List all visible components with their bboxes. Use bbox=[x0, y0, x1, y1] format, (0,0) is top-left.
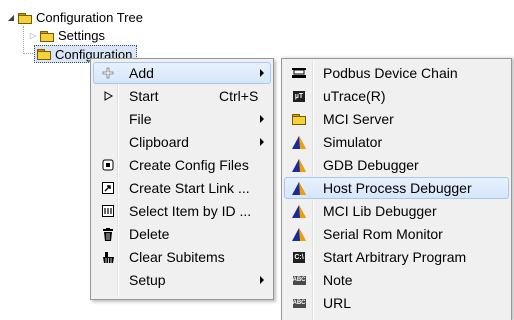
folder-icon bbox=[37, 49, 51, 60]
submenu-arrow-icon bbox=[260, 115, 264, 123]
menu-item-create-start-link[interactable]: Create Start Link ... bbox=[93, 177, 271, 199]
tree-root[interactable]: ◢ Configuration Tree bbox=[6, 9, 143, 26]
note-icon: ABC bbox=[292, 275, 306, 285]
menu-item-label: MCI Lib Debugger bbox=[323, 203, 437, 219]
menu-item-delete[interactable]: Delete bbox=[93, 223, 271, 245]
link-icon bbox=[100, 180, 116, 196]
menu-item-clear-subitems[interactable]: Clear Subitems bbox=[93, 246, 271, 268]
submenu-item-url[interactable]: ABC URL bbox=[284, 292, 509, 314]
menu-item-select-item-by-id[interactable]: Select Item by ID ... bbox=[93, 200, 271, 222]
menu-item-setup[interactable]: Setup bbox=[93, 269, 271, 291]
menu-item-label: Simulator bbox=[323, 134, 383, 150]
menu-item-label: uTrace(R) bbox=[323, 88, 386, 104]
menu-item-label: Clear Subitems bbox=[129, 249, 225, 265]
plus-icon bbox=[100, 65, 116, 81]
submenu-item-note[interactable]: ABC Note bbox=[284, 269, 509, 291]
menu-item-clipboard[interactable]: Clipboard bbox=[93, 131, 271, 153]
menu-item-label: GDB Debugger bbox=[323, 157, 419, 173]
utrace-icon: µT bbox=[293, 90, 305, 102]
folder-icon bbox=[40, 30, 54, 42]
menu-item-label: File bbox=[129, 111, 152, 127]
folder-icon bbox=[291, 111, 307, 127]
submenu-item-mci-lib-debugger[interactable]: MCI Lib Debugger bbox=[284, 200, 509, 222]
play-icon bbox=[100, 88, 116, 104]
submenu-item-serial-rom-monitor[interactable]: Serial Rom Monitor bbox=[284, 223, 509, 245]
menu-item-label: MCI Server bbox=[323, 111, 394, 127]
menu-item-file[interactable]: File bbox=[93, 108, 271, 130]
menu-item-label: URL bbox=[323, 295, 352, 311]
submenu-item-podbus-device-chain[interactable]: Podbus Device Chain bbox=[284, 62, 509, 84]
screen: ◢ Configuration Tree ▷ Settings Configur… bbox=[0, 0, 514, 320]
menu-item-label: Serial Rom Monitor bbox=[323, 226, 443, 242]
triangle-icon bbox=[291, 180, 307, 196]
broom-icon bbox=[100, 249, 116, 265]
menu-item-label: Create Start Link ... bbox=[129, 180, 250, 196]
url-icon: ABC bbox=[292, 298, 306, 308]
submenu-arrow-icon bbox=[260, 138, 264, 146]
collapsed-arrow-icon[interactable]: ▷ bbox=[28, 31, 38, 41]
submenu-item-host-process-debugger[interactable]: Host Process Debugger bbox=[284, 177, 509, 199]
submenu-item-mci-server[interactable]: MCI Server bbox=[284, 108, 509, 130]
menu-item-label: Add bbox=[129, 65, 154, 81]
menu-item-label: Select Item by ID ... bbox=[129, 203, 252, 219]
triangle-icon bbox=[291, 134, 307, 150]
menu-item-label: Start bbox=[129, 88, 159, 104]
menu-item-label: Clipboard bbox=[129, 134, 189, 150]
menu-item-label: Host Process Debugger bbox=[323, 180, 472, 196]
triangle-icon bbox=[291, 226, 307, 242]
expanded-arrow-icon[interactable]: ◢ bbox=[6, 13, 16, 23]
submenu-item-utrace[interactable]: µT uTrace(R) bbox=[284, 85, 509, 107]
chain-icon bbox=[291, 65, 307, 81]
program-icon: C:\ bbox=[293, 251, 305, 263]
context-menu: Add Start Ctrl+S File Clipboard Create C… bbox=[90, 58, 274, 300]
menu-item-label: Delete bbox=[129, 226, 170, 242]
menu-item-create-config-files[interactable]: Create Config Files bbox=[93, 154, 271, 176]
submenu-item-start-arbitrary-program[interactable]: C:\ Start Arbitrary Program bbox=[284, 246, 509, 268]
config-files-icon bbox=[100, 157, 116, 173]
menu-item-label: Create Config Files bbox=[129, 157, 249, 173]
submenu-item-simulator[interactable]: Simulator bbox=[284, 131, 509, 153]
id-icon bbox=[100, 203, 116, 219]
trash-icon bbox=[100, 226, 116, 242]
submenu-arrow-icon bbox=[260, 69, 264, 77]
menu-item-label: Setup bbox=[129, 272, 166, 288]
tree-root-label: Configuration Tree bbox=[36, 10, 143, 25]
menu-item-add[interactable]: Add bbox=[93, 62, 271, 84]
add-submenu: Podbus Device Chain µT uTrace(R) MCI Ser… bbox=[281, 58, 512, 320]
submenu-item-gdb-debugger[interactable]: GDB Debugger bbox=[284, 154, 509, 176]
folder-icon bbox=[18, 12, 32, 24]
submenu-arrow-icon bbox=[260, 276, 264, 284]
menu-item-start[interactable]: Start Ctrl+S bbox=[93, 85, 271, 107]
menu-item-label: Note bbox=[323, 272, 353, 288]
menu-item-shortcut: Ctrl+S bbox=[219, 88, 259, 104]
triangle-icon bbox=[291, 157, 307, 173]
menu-item-label: Start Arbitrary Program bbox=[323, 249, 467, 265]
tree-connector bbox=[23, 26, 24, 54]
tree-node-settings[interactable]: ▷ Settings bbox=[28, 27, 105, 44]
tree-node-label: Settings bbox=[58, 28, 105, 43]
triangle-icon bbox=[291, 203, 307, 219]
menu-item-label: Podbus Device Chain bbox=[323, 65, 458, 81]
